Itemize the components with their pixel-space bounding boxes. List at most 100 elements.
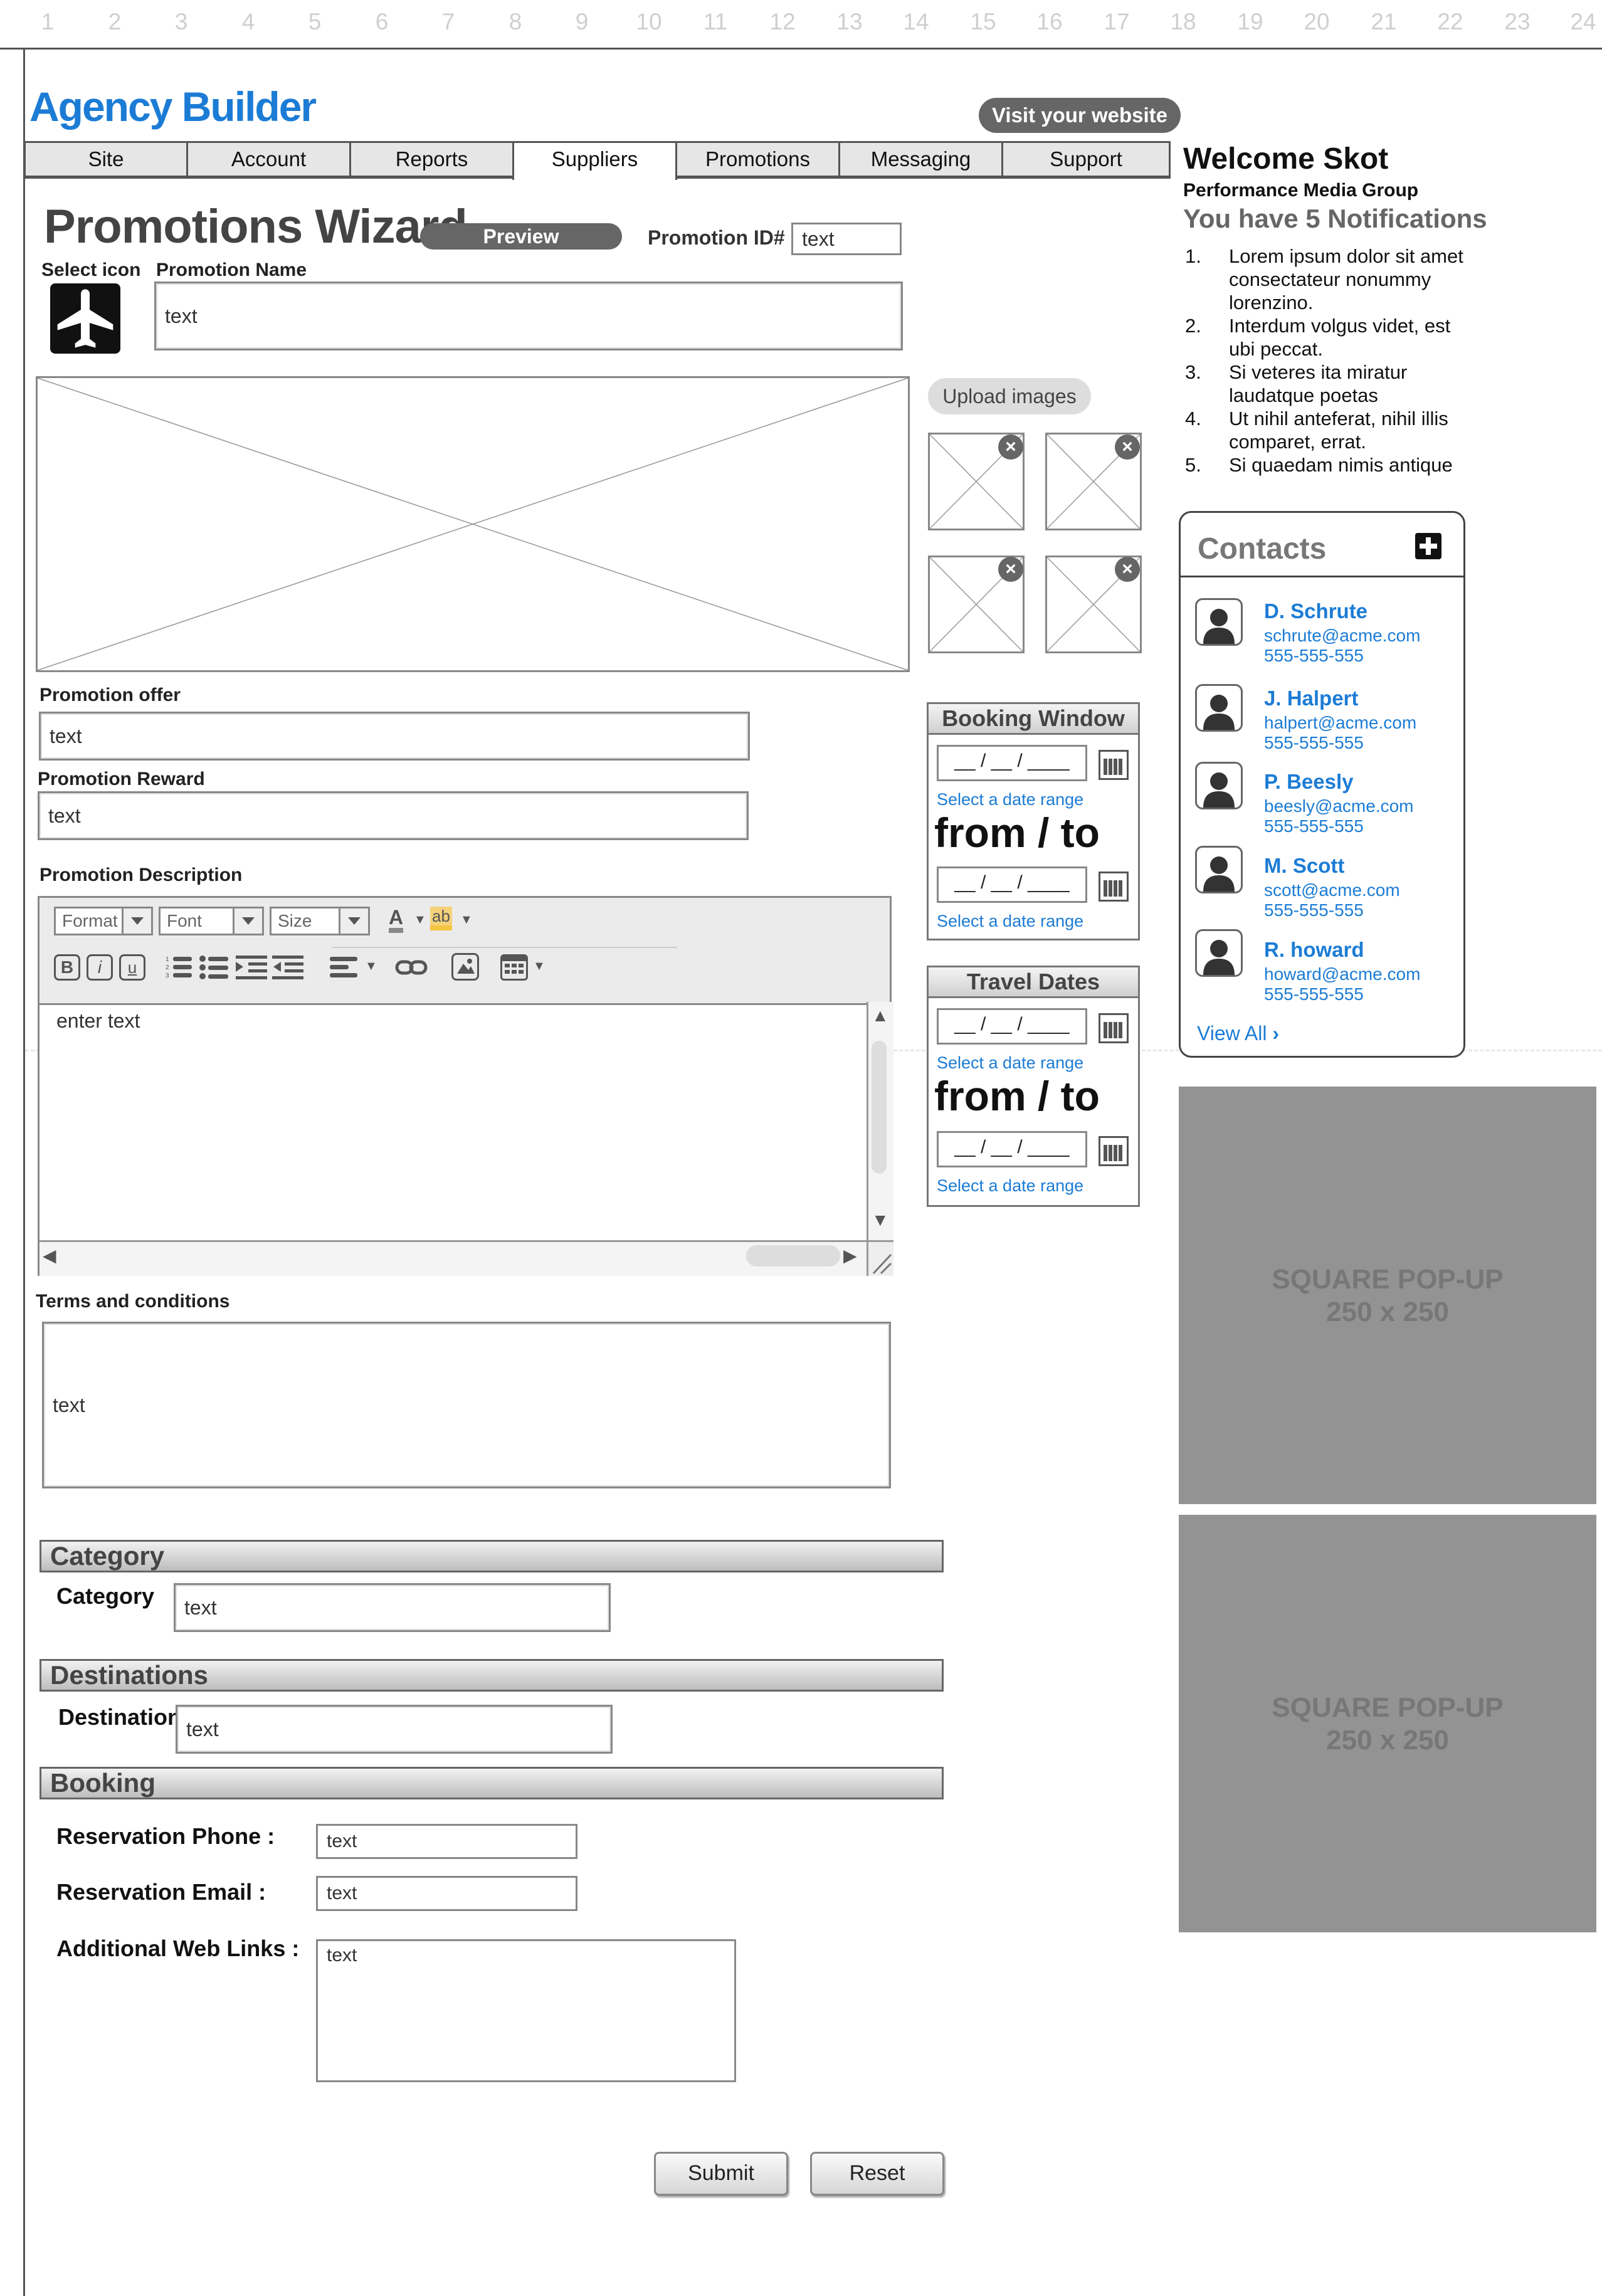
tab-suppliers[interactable]: Suppliers [512,141,677,180]
text-color-icon[interactable]: A [389,907,404,933]
underline-icon[interactable]: u [119,954,145,981]
contact-name[interactable]: M. Scott [1264,854,1344,878]
reset-button[interactable]: Reset [810,2152,944,2196]
square-popup-ad[interactable]: SQUARE POP-UP 250 x 250 [1179,1087,1596,1504]
select-icon-label: Select icon [41,260,141,280]
tab-site[interactable]: Site [24,141,188,177]
submit-button[interactable]: Submit [654,2152,788,2196]
highlight-color-icon[interactable]: ab [430,907,452,930]
numbered-list-icon[interactable]: 123 [166,954,193,981]
horizontal-scrollbar[interactable] [40,1240,867,1276]
add-contact-icon[interactable] [1415,533,1441,559]
notification-item[interactable]: 2. Interdum volgus videt, est ubi peccat. [1185,314,1480,361]
tab-reports[interactable]: Reports [349,141,514,177]
reservation-email-input[interactable]: text [316,1876,577,1911]
notification-number: 2. [1185,315,1201,337]
ruler-mark: 14 [903,9,929,34]
destination-input[interactable]: text [176,1705,613,1754]
outdent-icon[interactable] [272,954,303,981]
notification-item[interactable]: 1. Lorem ipsum dolor sit amet consectateu… [1185,245,1480,314]
scroll-up-icon[interactable]: ▲ [872,1006,889,1026]
category-input[interactable]: text [174,1583,611,1632]
notification-item[interactable]: 4. Ut nihil anteferat, nihil illis compar… [1185,407,1480,453]
format-dropdown[interactable]: Format [54,907,153,935]
reservation-phone-input[interactable]: text [316,1824,577,1859]
ruler-mark: 6 [375,9,389,34]
ruler-mark: 16 [1036,9,1063,34]
calendar-icon[interactable] [1099,750,1129,780]
contact-email[interactable]: schrute@acme.com [1264,626,1420,646]
contact-name[interactable]: P. Beesly [1264,770,1354,794]
upload-images-button[interactable]: Upload images [928,378,1091,414]
bold-icon[interactable]: B [54,954,80,981]
promotion-id-input[interactable]: text [791,223,902,255]
popup-line-1: SQUARE POP-UP [1272,1692,1504,1723]
tab-messaging[interactable]: Messaging [838,141,1003,177]
format-dropdown-label: Format [62,911,118,930]
visit-website-button[interactable]: Visit your website [979,98,1181,133]
table-icon[interactable] [500,954,528,981]
contact-email[interactable]: scott@acme.com [1264,880,1400,900]
remove-image-icon[interactable]: × [1115,557,1140,582]
scroll-down-icon[interactable]: ▼ [872,1210,889,1230]
contact-name[interactable]: D. Schrute [1264,599,1367,623]
travel-to-date-input[interactable]: __ / __ / ____ [937,1131,1087,1167]
scroll-left-icon[interactable]: ◀ [43,1245,56,1266]
square-popup-ad[interactable]: SQUARE POP-UP 250 x 250 [1179,1515,1596,1932]
link-icon[interactable] [395,958,428,978]
chevron-down-icon[interactable]: ▼ [365,959,377,974]
chevron-down-icon[interactable]: ▼ [414,913,426,927]
image-icon[interactable] [451,953,479,981]
scroll-right-icon[interactable]: ▶ [843,1245,857,1266]
tab-promotions[interactable]: Promotions [675,141,840,177]
chevron-down-icon[interactable]: ▼ [460,913,473,927]
editor-text-area[interactable]: enter text [56,1009,140,1033]
airplane-icon[interactable] [50,283,120,354]
scrollbar-thumb[interactable] [746,1245,840,1266]
contact-email[interactable]: beesly@acme.com [1264,796,1414,816]
promotion-reward-input[interactable]: text [38,791,749,840]
resize-handle-icon[interactable] [867,1240,893,1276]
contact-name[interactable]: J. Halpert [1264,687,1358,710]
tab-support[interactable]: Support [1001,141,1171,177]
promotion-id-label: Promotion ID# [648,226,785,249]
notification-item[interactable]: 3. Si veteres ita miratur laudatque poeta… [1185,361,1480,407]
remove-image-icon[interactable]: × [1115,434,1140,460]
terms-input[interactable]: text [42,1322,891,1488]
tab-account[interactable]: Account [186,141,351,177]
indent-icon[interactable] [236,954,267,981]
travel-from-hint[interactable]: Select a date range [937,1053,1083,1073]
font-dropdown[interactable]: Font [159,907,264,935]
chevron-down-icon[interactable]: ▼ [533,959,545,974]
calendar-icon[interactable] [1099,872,1129,902]
travel-from-date-input[interactable]: __ / __ / ____ [937,1008,1087,1045]
contact-email[interactable]: halpert@acme.com [1264,713,1416,733]
contact-email[interactable]: howard@acme.com [1264,964,1420,984]
italic-icon[interactable]: i [87,954,113,981]
additional-web-links-input[interactable]: text [316,1939,736,2082]
scrollbar-thumb[interactable] [872,1041,887,1174]
remove-image-icon[interactable]: × [998,434,1023,460]
calendar-icon[interactable] [1099,1013,1129,1043]
ruler-mark: 9 [575,9,589,34]
contact-name[interactable]: R. howard [1264,938,1364,962]
notification-item[interactable]: 5. Si quaedam nimis antique [1185,453,1480,477]
promotion-offer-input[interactable]: text [39,712,750,761]
promotion-name-input[interactable]: text [154,282,903,350]
page-ruler: 1 2 3 4 5 6 7 8 9 10 11 12 13 14 15 16 1… [0,0,1602,50]
booking-from-date-input[interactable]: __ / __ / ____ [937,745,1087,781]
booking-to-date-input[interactable]: __ / __ / ____ [937,866,1087,903]
app-logo[interactable]: Agency Builder [29,83,317,130]
avatar [1195,762,1243,809]
align-icon[interactable] [330,954,357,981]
booking-from-hint[interactable]: Select a date range [937,790,1083,809]
size-dropdown[interactable]: Size [270,907,370,935]
remove-image-icon[interactable]: × [998,557,1023,582]
travel-to-hint[interactable]: Select a date range [937,1176,1083,1196]
preview-button[interactable]: Preview [420,223,622,250]
view-all-link[interactable]: View All › [1197,1022,1279,1045]
page-left-border [23,48,25,2296]
booking-to-hint[interactable]: Select a date range [937,912,1083,931]
calendar-icon[interactable] [1099,1136,1129,1166]
bullet-list-icon[interactable] [199,954,229,981]
